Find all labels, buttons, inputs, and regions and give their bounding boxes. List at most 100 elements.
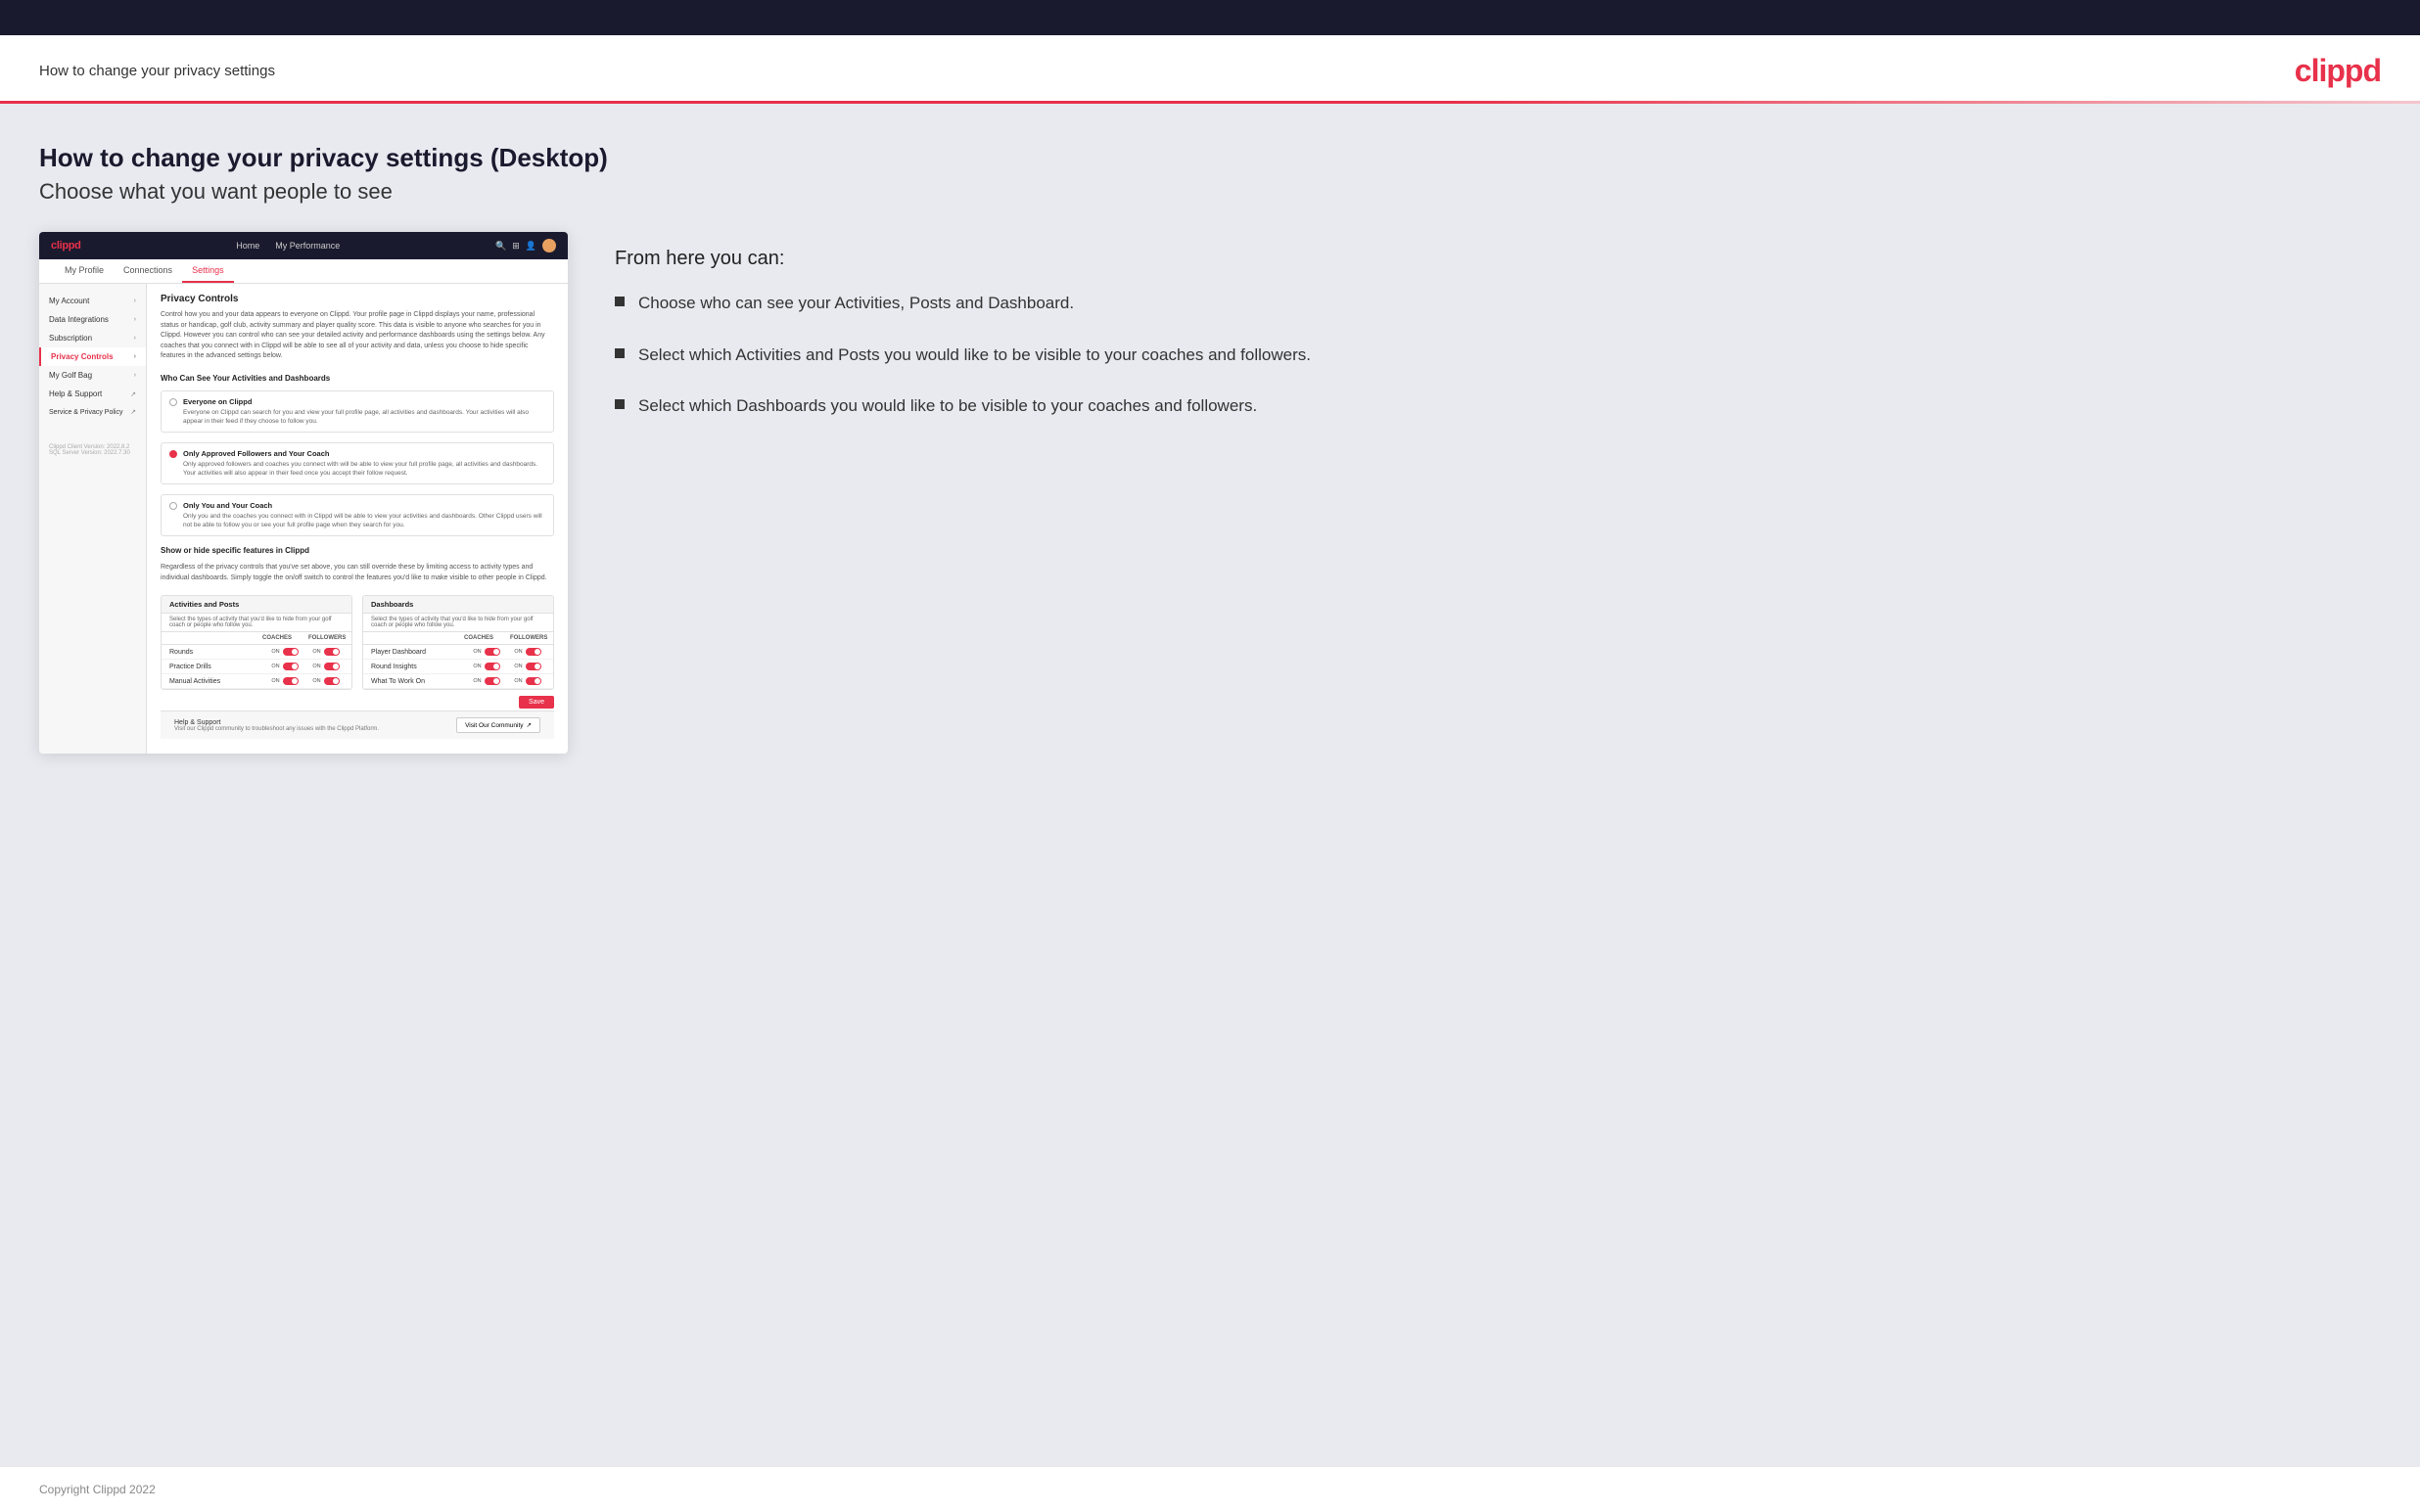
avatar-icon	[542, 239, 556, 252]
sidebar-subscription[interactable]: Subscription ›	[39, 329, 146, 347]
sub-nav-settings[interactable]: Settings	[182, 259, 234, 283]
radio-circle-only-you	[169, 502, 177, 510]
top-bar	[0, 0, 2420, 35]
sub-nav-my-profile[interactable]: My Profile	[55, 259, 114, 283]
radio-label-everyone: Everyone on Clippd	[183, 397, 545, 406]
dashboards-panel-desc: Select the types of activity that you'd …	[363, 614, 553, 632]
round-insights-row: Round Insights ON ON	[363, 660, 553, 674]
rounds-coaches-toggle[interactable]: ON	[267, 648, 302, 656]
round-insights-followers-toggle[interactable]: ON	[510, 663, 545, 670]
external-link-icon: ↗	[527, 721, 532, 729]
round-insights-coaches-toggle[interactable]: ON	[469, 663, 504, 670]
radio-desc-everyone: Everyone on Clippd can search for you an…	[183, 408, 545, 426]
manual-activities-label: Manual Activities	[169, 678, 261, 685]
app-sidebar: My Account › Data Integrations › Subscri…	[39, 284, 147, 754]
radio-desc-only-you: Only you and the coaches you connect wit…	[183, 512, 545, 529]
info-panel: From here you can: Choose who can see yo…	[615, 232, 2381, 446]
bullet-item-1: Choose who can see your Activities, Post…	[615, 292, 2381, 316]
manual-followers-toggle[interactable]: ON	[308, 677, 344, 685]
header-title: How to change your privacy settings	[39, 63, 275, 79]
dash-followers-col-label: FOLLOWERS	[510, 635, 545, 641]
practice-drills-label: Practice Drills	[169, 664, 261, 670]
radio-label-only-you: Only You and Your Coach	[183, 501, 545, 510]
what-to-work-on-row: What To Work On ON ON	[363, 674, 553, 689]
search-icon: 🔍	[495, 241, 506, 252]
save-button[interactable]: Save	[519, 696, 554, 709]
followers-col-label: FOLLOWERS	[308, 635, 344, 641]
footer: Copyright Clippd 2022	[0, 1466, 2420, 1512]
what-to-work-on-label: What To Work On	[371, 678, 463, 685]
rounds-followers-toggle[interactable]: ON	[308, 648, 344, 656]
chevron-icon: ↗	[130, 390, 136, 398]
help-title: Help & Support	[174, 719, 379, 726]
chevron-icon: ›	[134, 335, 136, 342]
app-nav-icons: 🔍 ⊞ 👤	[495, 239, 556, 252]
sidebar-data-integrations[interactable]: Data Integrations ›	[39, 310, 146, 329]
bullet-square-2	[615, 348, 625, 358]
app-nav-performance: My Performance	[275, 241, 340, 251]
bullet-item-3: Select which Dashboards you would like t…	[615, 394, 2381, 419]
chevron-icon: ↗	[130, 408, 136, 416]
sidebar-my-golf-bag[interactable]: My Golf Bag ›	[39, 366, 146, 385]
round-insights-label: Round Insights	[371, 664, 463, 670]
show-hide-title: Show or hide specific features in Clippd	[161, 546, 554, 555]
activities-panel-desc: Select the types of activity that you'd …	[162, 614, 351, 632]
work-on-coaches-toggle[interactable]: ON	[469, 677, 504, 685]
user-icon: 👤	[526, 241, 536, 252]
help-desc: Visit our Clippd community to troublesho…	[174, 726, 379, 732]
controls-panels-row: Activities and Posts Select the types of…	[161, 595, 554, 690]
player-dashboard-row: Player Dashboard ON ON	[363, 645, 553, 660]
player-dash-coaches-toggle[interactable]: ON	[469, 648, 504, 656]
activities-table-header: COACHES FOLLOWERS	[162, 632, 351, 645]
radio-circle-everyone	[169, 398, 177, 406]
header: How to change your privacy settings clip…	[0, 35, 2420, 101]
chevron-icon: ›	[134, 298, 136, 304]
bullet-square-1	[615, 297, 625, 306]
copyright-text: Copyright Clippd 2022	[39, 1483, 156, 1496]
grid-icon: ⊞	[512, 241, 520, 252]
player-dash-followers-toggle[interactable]: ON	[510, 648, 545, 656]
chevron-icon: ›	[134, 316, 136, 323]
coaches-col-label: COACHES	[259, 635, 295, 641]
bullet-square-3	[615, 399, 625, 409]
dashboards-panel-header: Dashboards	[363, 596, 553, 614]
app-body: My Account › Data Integrations › Subscri…	[39, 284, 568, 754]
radio-label-approved: Only Approved Followers and Your Coach	[183, 449, 545, 458]
sidebar-help-support[interactable]: Help & Support ↗	[39, 385, 146, 403]
dashboards-table-header: COACHES FOLLOWERS	[363, 632, 553, 645]
bullet-text-3: Select which Dashboards you would like t…	[638, 394, 1257, 419]
radio-circle-approved	[169, 450, 177, 458]
bullet-item-2: Select which Activities and Posts you wo…	[615, 344, 2381, 368]
manual-coaches-toggle[interactable]: ON	[267, 677, 302, 685]
sidebar-privacy-controls[interactable]: Privacy Controls ›	[39, 347, 146, 366]
main-title: How to change your privacy settings (Des…	[39, 143, 2381, 173]
radio-desc-approved: Only approved followers and coaches you …	[183, 460, 545, 478]
chevron-icon: ›	[134, 372, 136, 379]
activities-panel-header: Activities and Posts	[162, 596, 351, 614]
sub-nav-connections[interactable]: Connections	[114, 259, 182, 283]
bullet-list: Choose who can see your Activities, Post…	[615, 292, 2381, 419]
player-dashboard-label: Player Dashboard	[371, 649, 463, 656]
privacy-controls-title: Privacy Controls	[161, 294, 554, 304]
content-row: clippd Home My Performance 🔍 ⊞ 👤 My Prof…	[39, 232, 2381, 754]
radio-only-you[interactable]: Only You and Your Coach Only you and the…	[161, 494, 554, 536]
sidebar-my-account[interactable]: My Account ›	[39, 292, 146, 310]
show-hide-section: Show or hide specific features in Clippd…	[161, 546, 554, 583]
rounds-row: Rounds ON ON	[162, 645, 351, 660]
privacy-controls-desc: Control how you and your data appears to…	[161, 310, 554, 362]
sidebar-service-privacy[interactable]: Service & Privacy Policy ↗	[39, 403, 146, 421]
app-main-panel: Privacy Controls Control how you and you…	[147, 284, 568, 754]
bullet-text-1: Choose who can see your Activities, Post…	[638, 292, 1074, 316]
visit-community-button[interactable]: Visit Our Community ↗	[456, 717, 540, 733]
radio-approved-followers[interactable]: Only Approved Followers and Your Coach O…	[161, 442, 554, 484]
practice-followers-toggle[interactable]: ON	[308, 663, 344, 670]
info-heading: From here you can:	[615, 248, 2381, 270]
save-row: Save	[161, 690, 554, 710]
work-on-followers-toggle[interactable]: ON	[510, 677, 545, 685]
main-content: How to change your privacy settings (Des…	[0, 104, 2420, 1466]
radio-everyone[interactable]: Everyone on Clippd Everyone on Clippd ca…	[161, 390, 554, 433]
help-bar: Help & Support Visit our Clippd communit…	[161, 710, 554, 739]
practice-coaches-toggle[interactable]: ON	[267, 663, 302, 670]
screenshot-mockup: clippd Home My Performance 🔍 ⊞ 👤 My Prof…	[39, 232, 568, 754]
chevron-icon: ›	[134, 353, 136, 360]
